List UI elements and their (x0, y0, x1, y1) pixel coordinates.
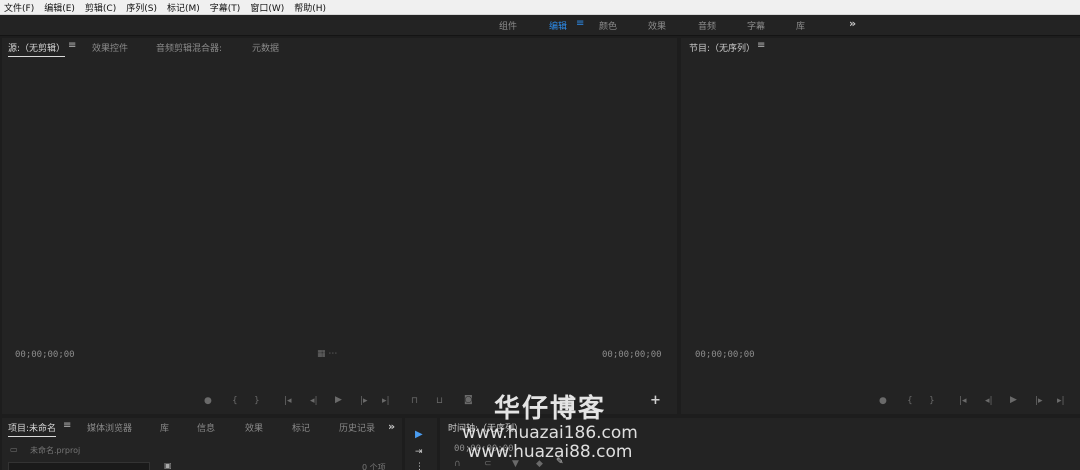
wrench-icon[interactable]: ✎ (556, 457, 564, 467)
tab-info[interactable]: 信息 (197, 421, 215, 434)
play-icon[interactable]: ▶ (335, 395, 342, 405)
go-to-out-icon[interactable]: ▸| (382, 396, 390, 406)
snap-icon[interactable]: ∩ (454, 459, 461, 469)
workspace-effects[interactable]: 效果 (648, 19, 666, 32)
menu-help[interactable]: 帮助(H) (294, 1, 326, 14)
menu-edit[interactable]: 编辑(E) (44, 1, 75, 14)
workspace-audio[interactable]: 音频 (698, 19, 716, 32)
tab-libraries[interactable]: 库 (160, 421, 169, 434)
workspace-assembly[interactable]: 组件 (499, 19, 517, 32)
tab-source[interactable]: 源:（无剪辑） (8, 41, 66, 57)
selection-tool-icon[interactable]: ▶ (415, 429, 423, 440)
tab-project[interactable]: 项目:未命名 (8, 421, 57, 437)
project-panel: 项目:未命名 ≡ 媒体浏览器 库 信息 效果 标记 历史记录 » ▭ 未命名.p… (2, 418, 402, 470)
add-button-icon[interactable]: + (650, 393, 661, 408)
menu-window[interactable]: 窗口(W) (250, 1, 284, 14)
workspace-titles[interactable]: 字幕 (747, 19, 765, 32)
tab-effect-controls[interactable]: 效果控件 (92, 41, 128, 54)
add-marker-icon[interactable]: ● (204, 396, 212, 406)
tab-effects[interactable]: 效果 (245, 421, 263, 434)
workspace-menu-icon[interactable]: ≡ (576, 18, 584, 29)
program-timecode[interactable]: 00;00;00;00 (695, 350, 755, 360)
source-timecode-duration: 00;00;00;00 (602, 350, 662, 360)
program-mark-out-icon[interactable]: } (929, 396, 935, 406)
linked-selection-icon[interactable]: ⊂ (484, 459, 492, 469)
project-item-count: 0 个项 (362, 463, 386, 470)
timeline-settings-icon[interactable]: ◆ (536, 459, 543, 469)
menu-marker[interactable]: 标记(M) (167, 1, 200, 14)
program-go-to-in-icon[interactable]: |◂ (959, 396, 967, 406)
menu-title[interactable]: 字幕(T) (210, 1, 241, 14)
insert-icon[interactable]: ⊓ (411, 396, 418, 406)
step-back-icon[interactable]: ◂| (310, 396, 318, 406)
menu-bar: 文件(F) 编辑(E) 剪辑(C) 序列(S) 标记(M) 字幕(T) 窗口(W… (0, 0, 1080, 15)
workspace-more-icon[interactable]: » (849, 17, 856, 30)
program-go-to-out-icon[interactable]: ▸| (1057, 396, 1065, 406)
source-panel-menu-icon[interactable]: ≡ (68, 40, 76, 51)
source-monitor-panel: 源:（无剪辑） ≡ 效果控件 音频剪辑混合器: 元数据 00;00;00;00 … (2, 38, 677, 414)
workspace-bar: 组件 编辑 ≡ 颜色 效果 音频 字幕 库 » (0, 15, 1080, 36)
program-panel-menu-icon[interactable]: ≡ (757, 40, 765, 51)
timeline-timecode[interactable]: 00;00;00;00 (454, 444, 514, 454)
project-panel-menu-icon[interactable]: ≡ (63, 420, 71, 431)
tools-panel: ▶ ⇥ ⋮ (405, 418, 437, 470)
overwrite-icon[interactable]: ⊔ (436, 396, 443, 406)
workspace-editing[interactable]: 编辑 (549, 19, 567, 32)
source-settings-icon[interactable]: ▦ ⋯ (317, 349, 337, 359)
track-select-tool-icon[interactable]: ⇥ (415, 447, 423, 457)
program-step-back-icon[interactable]: ◂| (985, 396, 993, 406)
project-more-icon[interactable]: » (388, 420, 395, 433)
tab-program[interactable]: 节目:（无序列） (689, 41, 755, 54)
mark-out-icon[interactable]: } (254, 396, 260, 406)
go-to-in-icon[interactable]: |◂ (284, 396, 292, 406)
source-timecode-current[interactable]: 00;00;00;00 (15, 350, 75, 360)
program-play-icon[interactable]: ▶ (1010, 395, 1017, 405)
project-file-icon: ▭ (10, 445, 18, 454)
export-frame-icon[interactable]: ◙ (464, 395, 473, 405)
mark-in-icon[interactable]: { (232, 396, 238, 406)
new-bin-icon[interactable]: ▣ (164, 461, 172, 470)
timeline-panel: 时间轴:（无序列） 00;00;00;00 ∩ ⊂ ▼ ◆ ✎ (440, 418, 1080, 470)
tab-audio-clip-mixer[interactable]: 音频剪辑混合器: (156, 41, 222, 54)
tab-markers[interactable]: 标记 (292, 421, 310, 434)
tab-timeline[interactable]: 时间轴:（无序列） (448, 421, 523, 434)
add-marker-timeline-icon[interactable]: ▼ (512, 459, 519, 469)
menu-sequence[interactable]: 序列(S) (126, 1, 157, 14)
program-add-marker-icon[interactable]: ● (879, 396, 887, 406)
workspace-libraries[interactable]: 库 (796, 19, 805, 32)
tab-history[interactable]: 历史记录 (339, 421, 375, 434)
program-monitor-panel: 节目:（无序列） ≡ 00;00;00;00 ● { } |◂ ◂| ▶ |▸ … (681, 38, 1080, 414)
menu-clip[interactable]: 剪辑(C) (85, 1, 116, 14)
workspace-color[interactable]: 颜色 (599, 19, 617, 32)
step-forward-icon[interactable]: |▸ (360, 396, 368, 406)
program-mark-in-icon[interactable]: { (907, 396, 913, 406)
program-step-forward-icon[interactable]: |▸ (1035, 396, 1043, 406)
project-file-name: 未命名.prproj (30, 446, 81, 455)
tab-media-browser[interactable]: 媒体浏览器 (87, 421, 132, 434)
tab-metadata[interactable]: 元数据 (252, 41, 279, 54)
menu-file[interactable]: 文件(F) (4, 1, 34, 14)
ripple-edit-tool-icon[interactable]: ⋮ (415, 462, 424, 470)
project-search-input[interactable] (8, 462, 150, 470)
